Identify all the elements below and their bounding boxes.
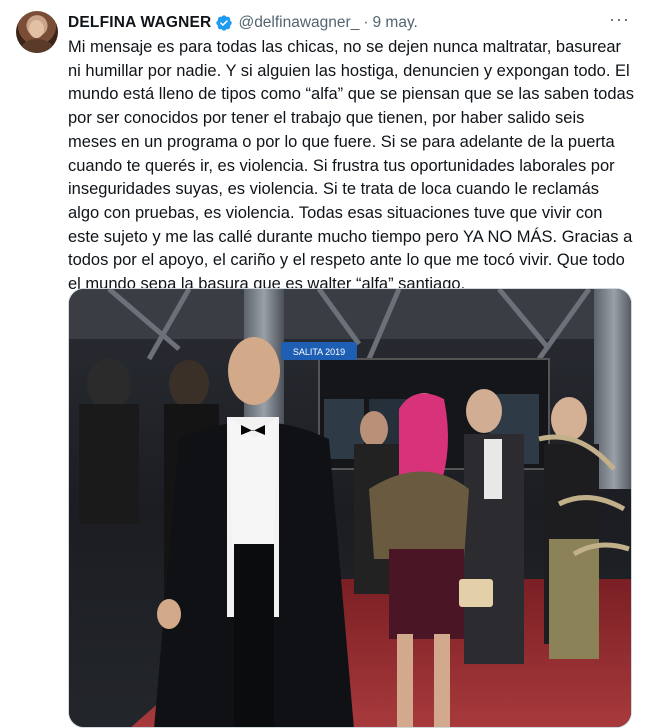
photo-scene: SALITA 2019 [69,289,631,727]
tweet-date[interactable]: 9 may. [373,14,418,32]
tweet-photo[interactable]: SALITA 2019 [68,288,632,728]
more-options-icon[interactable]: ··· [609,10,629,32]
svg-text:SALITA 2019: SALITA 2019 [293,347,345,357]
tweet-header: DELFINA WAGNER @delfinawagner_ · 9 may. [68,12,418,34]
separator-dot: · [363,14,369,31]
author-handle[interactable]: @delfinawagner_ [238,14,359,32]
tweet[interactable]: DELFINA WAGNER @delfinawagner_ · 9 may. … [0,0,647,728]
verified-badge-icon [216,15,233,31]
author-display-name[interactable]: DELFINA WAGNER [68,14,211,32]
avatar-face [29,20,44,38]
author-avatar[interactable] [16,11,58,53]
tweet-text: Mi mensaje es para todas las chicas, no … [68,38,639,294]
avatar-body [21,39,53,53]
